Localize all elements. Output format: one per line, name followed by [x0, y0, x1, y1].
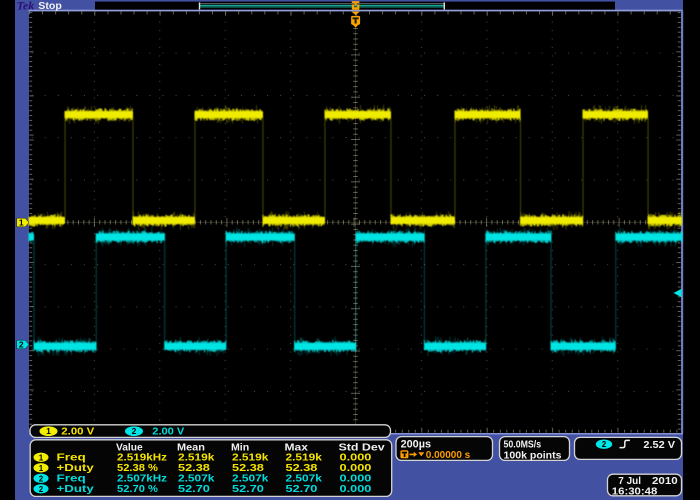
- svg-text:2.519k: 2.519k: [286, 453, 323, 464]
- svg-text:52.38: 52.38: [232, 463, 264, 474]
- svg-text:16:30:48: 16:30:48: [612, 485, 658, 497]
- svg-text:52.70 %: 52.70 %: [117, 484, 158, 495]
- svg-text:2.519k: 2.519k: [178, 453, 215, 464]
- svg-text:0.000: 0.000: [340, 453, 372, 464]
- svg-text:2.00 V: 2.00 V: [152, 426, 184, 438]
- svg-text:1: 1: [46, 426, 51, 436]
- svg-text:1: 1: [39, 453, 44, 462]
- svg-text:0.000: 0.000: [340, 484, 372, 495]
- svg-text:2.507kHz: 2.507kHz: [117, 474, 167, 485]
- svg-text:Freq: Freq: [57, 474, 86, 485]
- svg-text:52.70: 52.70: [178, 484, 210, 495]
- svg-text:Min: Min: [231, 442, 249, 453]
- svg-text:2.52 V: 2.52 V: [643, 439, 675, 451]
- svg-text:2.507k: 2.507k: [178, 474, 215, 485]
- svg-text:52.38 %: 52.38 %: [117, 463, 158, 474]
- svg-text:+Duty: +Duty: [57, 484, 95, 495]
- svg-text:52.38: 52.38: [178, 463, 210, 474]
- svg-text:2: 2: [132, 426, 137, 436]
- svg-text:52.38: 52.38: [286, 463, 318, 474]
- svg-text:Max: Max: [285, 442, 309, 453]
- svg-text:100k points: 100k points: [504, 449, 562, 461]
- svg-text:2.507k: 2.507k: [232, 474, 269, 485]
- svg-text:1: 1: [19, 218, 24, 228]
- svg-text:2.519k: 2.519k: [232, 453, 269, 464]
- svg-text:0.00000 s: 0.00000 s: [426, 449, 471, 461]
- svg-text:2.519kHz: 2.519kHz: [117, 453, 167, 464]
- svg-text:1: 1: [39, 464, 44, 473]
- svg-text:2: 2: [602, 440, 607, 449]
- svg-text:52.70: 52.70: [286, 484, 318, 495]
- svg-text:2: 2: [39, 485, 44, 494]
- svg-text:Std Dev: Std Dev: [339, 442, 386, 453]
- svg-text:52.70: 52.70: [232, 484, 264, 495]
- svg-text:2.507k: 2.507k: [286, 474, 323, 485]
- svg-text:0.000: 0.000: [340, 463, 372, 474]
- svg-text:Value: Value: [116, 442, 143, 453]
- svg-text:Stop: Stop: [38, 1, 62, 12]
- svg-text:2.00 V: 2.00 V: [61, 426, 94, 438]
- svg-text:0.000: 0.000: [340, 474, 372, 485]
- svg-text:+Duty: +Duty: [57, 463, 95, 474]
- svg-text:2: 2: [19, 340, 24, 350]
- svg-text:Mean: Mean: [177, 442, 205, 453]
- svg-text:Tek: Tek: [17, 0, 35, 13]
- svg-text:Freq: Freq: [57, 453, 86, 464]
- svg-text:2: 2: [39, 474, 44, 483]
